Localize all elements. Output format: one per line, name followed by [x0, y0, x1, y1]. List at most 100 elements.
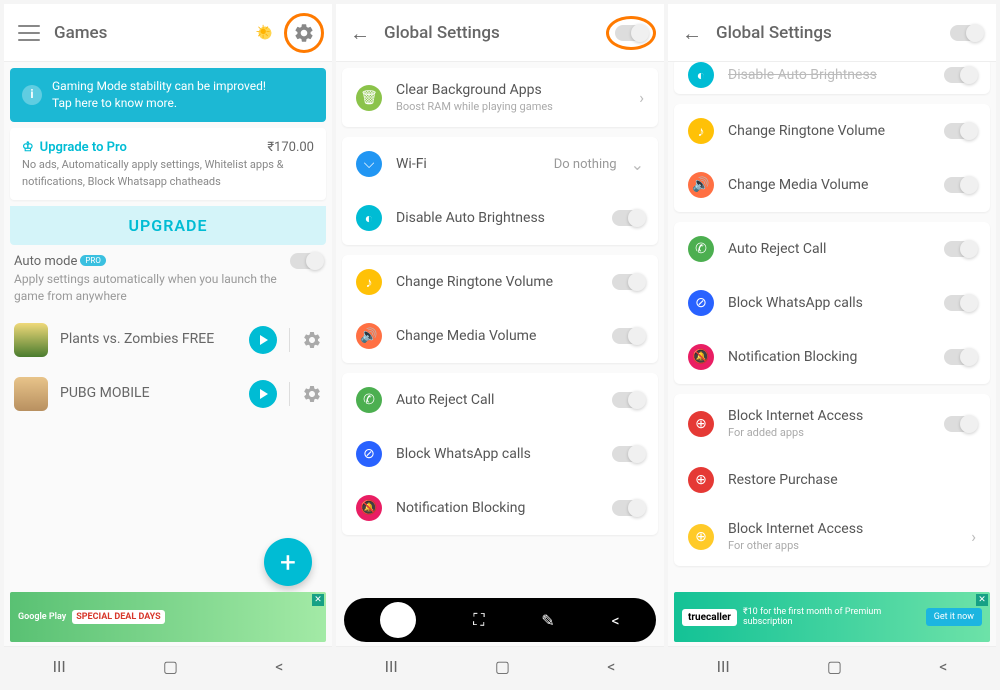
setting-clear-apps[interactable]: 🗑 Clear Background Apps Boost RAM while …	[342, 68, 658, 127]
setting-label: Change Media Volume	[728, 177, 930, 193]
card-calls: ✆ Auto Reject Call ⊘ Block WhatsApp call…	[674, 222, 990, 384]
reject-toggle[interactable]	[612, 392, 644, 408]
setting-media[interactable]: 🔊 Change Media Volume	[674, 158, 990, 212]
setting-label: Auto Reject Call	[396, 392, 598, 408]
setting-restore-purchase[interactable]: ⊕ Restore Purchase	[674, 453, 990, 507]
nav-home-icon[interactable]: ▢	[495, 657, 510, 676]
media-toggle[interactable]	[944, 177, 976, 193]
chevron-right-icon: ›	[971, 527, 976, 546]
setting-brightness[interactable]: ◐ Disable Auto Brightness	[342, 191, 658, 245]
blockwa-toggle[interactable]	[612, 446, 644, 462]
hamburger-icon[interactable]	[18, 25, 40, 41]
share-icon[interactable]: <	[611, 611, 619, 630]
game-row[interactable]: PUBG MOBILE	[10, 367, 326, 421]
automode-desc: Apply settings automatically when you la…	[14, 271, 280, 305]
game-name: Plants vs. Zombies FREE	[60, 331, 237, 348]
setting-label: Block WhatsApp calls	[728, 295, 930, 311]
ringtone-toggle[interactable]	[612, 274, 644, 290]
ad-close-icon[interactable]: ✕	[312, 594, 324, 606]
brightness-toggle[interactable]	[612, 210, 644, 226]
setting-ringtone[interactable]: ♪ Change Ringtone Volume	[342, 255, 658, 309]
edit-icon[interactable]: ✎	[541, 611, 554, 630]
ad-cta-button[interactable]: Get it now	[926, 608, 982, 626]
card-volume: ♪ Change Ringtone Volume 🔊 Change Media …	[342, 255, 658, 363]
back-icon[interactable]	[682, 23, 702, 43]
pro-title: Upgrade to Pro	[40, 138, 127, 158]
setting-label: Change Ringtone Volume	[728, 123, 930, 139]
banner-line1: Gaming Mode stability can be improved!	[52, 78, 266, 95]
wifi-icon: ⌵	[356, 151, 382, 177]
setting-block-internet-added[interactable]: ⊕ Block Internet Access For added apps	[674, 394, 990, 453]
setting-reject-call[interactable]: ✆ Auto Reject Call	[674, 222, 990, 276]
phone-icon: ✆	[356, 387, 382, 413]
setting-label: Block Internet Access	[728, 521, 957, 537]
setting-reject-call[interactable]: ✆ Auto Reject Call	[342, 373, 658, 427]
settings-icon[interactable]	[293, 22, 315, 44]
brightness-icon: ◐	[356, 205, 382, 231]
nav-home-icon[interactable]: ▢	[163, 657, 178, 676]
nav-recents-icon[interactable]: III	[717, 657, 730, 676]
setting-label: Block WhatsApp calls	[396, 446, 598, 462]
bia-toggle[interactable]	[944, 416, 976, 432]
nav-back-icon[interactable]: <	[607, 657, 615, 676]
game-row[interactable]: Plants vs. Zombies FREE	[10, 313, 326, 367]
media-toggle[interactable]	[612, 328, 644, 344]
ad-banner[interactable]: truecaller ₹10 for the first month of Pr…	[674, 592, 990, 642]
play-button[interactable]	[249, 326, 277, 354]
fullscreen-icon[interactable]: ⛶	[473, 610, 484, 630]
setting-label: Wi-Fi	[396, 156, 540, 172]
game-settings-icon[interactable]	[302, 384, 322, 404]
nav-recents-icon[interactable]: III	[385, 657, 398, 676]
setting-wifi[interactable]: ⌵ Wi-Fi Do nothing ⌄	[342, 137, 658, 191]
block-icon: ⊘	[356, 441, 382, 467]
global-toggle[interactable]	[615, 25, 647, 41]
setting-media[interactable]: 🔊 Change Media Volume	[342, 309, 658, 363]
reject-toggle[interactable]	[944, 241, 976, 257]
game-settings-icon[interactable]	[302, 330, 322, 350]
card-display-partial: ◐ Disable Auto Brightness	[674, 62, 990, 94]
bell-off-icon: 🔕	[356, 495, 382, 521]
upgrade-button[interactable]: UPGRADE	[10, 206, 326, 245]
phone-settings-2: Global Settings ◐ Disable Auto Brightnes…	[668, 4, 996, 686]
divider	[289, 382, 290, 406]
content: 🗑 Clear Background Apps Boost RAM while …	[336, 62, 664, 594]
setting-label: Change Ringtone Volume	[396, 274, 598, 290]
setting-block-whatsapp[interactable]: ⊘ Block WhatsApp calls	[342, 427, 658, 481]
setting-notification-block[interactable]: 🔕 Notification Blocking	[674, 330, 990, 384]
stability-banner[interactable]: i Gaming Mode stability can be improved!…	[10, 68, 326, 122]
add-button[interactable]: +	[264, 538, 312, 586]
nav-home-icon[interactable]: ▢	[827, 657, 842, 676]
setting-brightness[interactable]: ◐ Disable Auto Brightness	[674, 62, 990, 94]
setting-label: Disable Auto Brightness	[396, 210, 598, 226]
ad-banner[interactable]: Google Play SPECIAL DEAL DAYS ✕	[10, 592, 326, 642]
setting-notification-block[interactable]: 🔕 Notification Blocking	[342, 481, 658, 535]
setting-block-whatsapp[interactable]: ⊘ Block WhatsApp calls	[674, 276, 990, 330]
globe-icon: ⊕	[688, 524, 714, 550]
nav-recents-icon[interactable]: III	[53, 657, 66, 676]
chevron-down-icon: ⌄	[631, 155, 644, 174]
nav-back-icon[interactable]: <	[275, 657, 283, 676]
automode-toggle[interactable]	[290, 253, 322, 269]
notif-toggle[interactable]	[612, 500, 644, 516]
divider	[289, 328, 290, 352]
card-clear: 🗑 Clear Background Apps Boost RAM while …	[342, 68, 658, 127]
play-button[interactable]	[249, 380, 277, 408]
global-toggle[interactable]	[950, 25, 982, 41]
blockwa-toggle[interactable]	[944, 295, 976, 311]
game-name: PUBG MOBILE	[60, 385, 237, 402]
auto-mode-row: Auto mode PRO Apply settings automatical…	[10, 245, 326, 313]
setting-sublabel: For added apps	[728, 426, 930, 439]
ringtone-toggle[interactable]	[944, 123, 976, 139]
setting-ringtone[interactable]: ♪ Change Ringtone Volume	[674, 104, 990, 158]
pro-badge: PRO	[80, 255, 105, 266]
brightness-toggle[interactable]	[944, 67, 976, 83]
sun-icon[interactable]	[254, 22, 276, 44]
card-display: ⌵ Wi-Fi Do nothing ⌄ ◐ Disable Auto Brig…	[342, 137, 658, 245]
ad-close-icon[interactable]: ✕	[976, 594, 988, 606]
setting-label: Clear Background Apps	[396, 82, 625, 98]
nav-back-icon[interactable]: <	[939, 657, 947, 676]
notif-toggle[interactable]	[944, 349, 976, 365]
setting-block-internet-other[interactable]: ⊕ Block Internet Access For other apps ›	[674, 507, 990, 566]
back-icon[interactable]	[350, 23, 370, 43]
screenshot-thumbnail[interactable]	[380, 602, 416, 638]
